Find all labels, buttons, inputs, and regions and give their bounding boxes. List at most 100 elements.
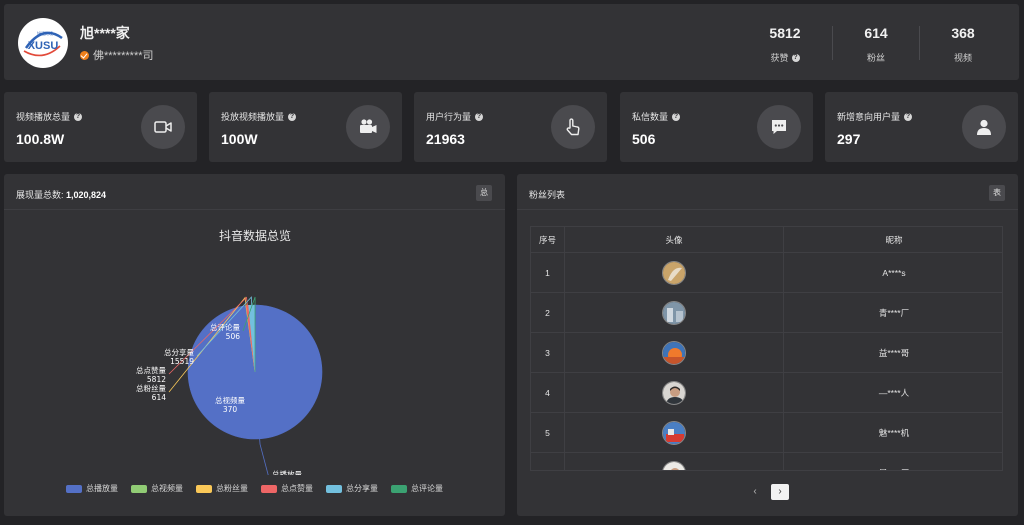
- prev-page-button[interactable]: ‹: [747, 484, 763, 500]
- row-index: 3: [531, 333, 565, 372]
- slice-label-name: 总视频量: [215, 395, 245, 405]
- help-icon[interactable]: ?: [288, 112, 297, 121]
- row-avatar-cell: [565, 253, 784, 292]
- metric-value: 100W: [221, 131, 258, 147]
- legend-swatch: [326, 484, 342, 493]
- stat-fans-label: 粉丝: [866, 53, 885, 63]
- table-row[interactable]: 1 A****s: [531, 253, 1002, 293]
- help-icon[interactable]: ?: [475, 112, 484, 121]
- help-icon[interactable]: ?: [904, 112, 913, 121]
- metric-title: 新增意向用户量: [837, 112, 901, 122]
- total-toggle-button[interactable]: 总: [476, 185, 492, 201]
- movie-camera-icon: [346, 105, 390, 149]
- avatar[interactable]: [662, 420, 686, 445]
- logo-subtext: 旭速跨境: [37, 30, 53, 36]
- video-camera-icon: [141, 105, 185, 149]
- metric-card-user-actions: 用户行为量? 21963: [414, 92, 607, 162]
- logo-text: XUSU: [28, 40, 59, 52]
- legend-label: 总点赞量: [281, 484, 313, 493]
- brand-logo: XUSU 旭速跨境: [18, 18, 68, 68]
- legend-swatch: [66, 484, 82, 493]
- slice-label-value: 5812: [147, 375, 166, 384]
- chart-title: 抖音数据总览: [219, 228, 291, 243]
- legend-item[interactable]: 总评论量: [391, 483, 443, 494]
- avatar[interactable]: [662, 300, 686, 325]
- row-avatar-cell: [565, 373, 784, 412]
- legend-label: 总视频量: [151, 484, 183, 493]
- help-icon[interactable]: ?: [791, 53, 800, 62]
- fans-list-panel: 粉丝列表 表 序号 头像 昵称 1 A****s 2 青****厂 3 益****哥 4 —*…: [517, 174, 1018, 516]
- row-nickname: —****人: [878, 387, 910, 398]
- impressions-chart-panel: 展现量总数: 1,020,824 总 抖音数据总览 总播放量1008400总视频…: [4, 174, 505, 516]
- table-row[interactable]: 2 青****厂: [531, 293, 1002, 333]
- help-icon[interactable]: ?: [74, 112, 83, 121]
- chart-legend: 总播放量 总视频量 总粉丝量 总点赞量 总分享量 总评论量: [4, 483, 505, 494]
- row-index: 5: [531, 413, 565, 452]
- stat-fans-value: 614: [864, 25, 888, 41]
- avatar[interactable]: [662, 380, 686, 405]
- metric-card-new-leads: 新增意向用户量? 297: [825, 92, 1018, 162]
- metric-card-messages: 私信数量? 506: [620, 92, 813, 162]
- company-name: 佛*********司: [80, 47, 154, 63]
- fans-list-title: 粉丝列表: [529, 190, 566, 200]
- pie-chart: 抖音数据总览 总播放量1008400总视频量370总粉丝量614总点赞量5812…: [136, 228, 323, 475]
- slice-label-value: 370: [223, 405, 238, 414]
- avatar[interactable]: [662, 460, 686, 470]
- legend-item[interactable]: 总播放量: [66, 483, 118, 494]
- stat-videos-value: 368: [951, 25, 975, 41]
- help-icon[interactable]: ?: [672, 112, 681, 121]
- avatar[interactable]: [662, 260, 686, 285]
- legend-label: 总评论量: [411, 484, 443, 493]
- legend-item[interactable]: 总粉丝量: [196, 483, 248, 494]
- stat-videos-label: 视频: [953, 53, 972, 63]
- metric-title: 私信数量: [632, 112, 669, 122]
- stat-fans: 614 粉丝: [833, 4, 919, 80]
- stat-likes: 5812 获赞 ?: [742, 4, 828, 80]
- table-row[interactable]: 6 晨****厂: [531, 453, 1002, 470]
- row-index: 6: [531, 453, 565, 470]
- slice-label-name: 总点赞量: [136, 365, 166, 375]
- row-index: 1: [531, 253, 565, 292]
- avatar[interactable]: [662, 340, 686, 365]
- metric-value: 506: [632, 131, 656, 147]
- slice-label-value: 614: [152, 393, 167, 402]
- stat-likes-label: 获赞: [770, 53, 789, 63]
- metric-title: 视频播放总量: [16, 112, 71, 122]
- row-avatar-cell: [565, 293, 784, 332]
- slice-label-value: 506: [226, 332, 241, 341]
- metric-title: 用户行为量: [426, 112, 472, 122]
- fans-table: 序号 头像 昵称 1 A****s 2 青****厂 3 益****哥 4 —****人 5 魅*…: [530, 226, 1003, 471]
- row-nickname: 青****厂: [878, 307, 910, 318]
- slice-label-name: 总分享量: [164, 347, 194, 357]
- table-header: 序号 头像 昵称: [531, 227, 1002, 253]
- table-row[interactable]: 4 —****人: [531, 373, 1002, 413]
- stat-videos: 368 视频: [920, 4, 1006, 80]
- legend-swatch: [196, 484, 212, 493]
- company-text: 佛*********司: [93, 50, 154, 62]
- legend-label: 总分享量: [346, 484, 378, 493]
- row-index: 2: [531, 293, 565, 332]
- message-icon: [757, 105, 801, 149]
- column-header-avatar: 头像: [565, 227, 784, 252]
- table-row[interactable]: 5 魅****机: [531, 413, 1002, 453]
- legend-item[interactable]: 总点赞量: [261, 483, 313, 494]
- username: 旭****家: [80, 25, 130, 41]
- legend-item[interactable]: 总分享量: [326, 483, 378, 494]
- row-nickname: A****s: [882, 267, 906, 278]
- row-avatar-cell: [565, 453, 784, 470]
- stat-likes-value: 5812: [769, 25, 801, 41]
- legend-label: 总粉丝量: [216, 484, 248, 493]
- table-toggle-button[interactable]: 表: [989, 185, 1005, 201]
- row-avatar-cell: [565, 333, 784, 372]
- verified-icon: [80, 50, 89, 60]
- legend-swatch: [391, 484, 407, 493]
- profile-header: XUSU 旭速跨境 旭****家 佛*********司 5812 获赞 ? 6…: [4, 4, 1019, 80]
- row-avatar-cell: [565, 413, 784, 452]
- table-row[interactable]: 3 益****哥: [531, 333, 1002, 373]
- slice-label-name: 总播放量: [272, 469, 302, 475]
- metric-value: 21963: [426, 131, 465, 147]
- legend-swatch: [261, 484, 277, 493]
- legend-label: 总播放量: [86, 484, 118, 493]
- next-page-button[interactable]: ›: [771, 484, 789, 500]
- legend-item[interactable]: 总视频量: [131, 483, 183, 494]
